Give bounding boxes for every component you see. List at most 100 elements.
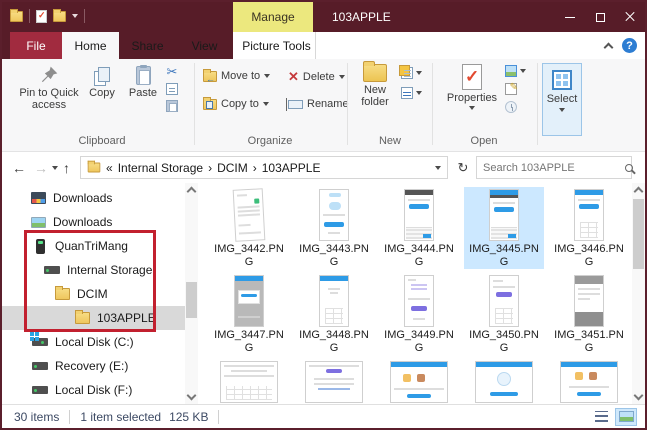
new-item-button[interactable] [401, 67, 422, 79]
sidebar-item-103apple[interactable]: 103APPLE [2, 306, 185, 330]
breadcrumb-overflow[interactable]: « [106, 161, 113, 175]
file-item[interactable]: IMG_3444.PNG [379, 187, 459, 269]
manage-contextual-tab[interactable]: Manage [233, 2, 313, 32]
breadcrumb-item[interactable]: Internal Storage [118, 161, 203, 175]
file-item[interactable]: IMG_3442.PNG [209, 187, 289, 269]
button-label: New folder [352, 84, 398, 108]
edit-button[interactable] [505, 83, 517, 95]
scroll-up-icon[interactable] [634, 187, 644, 197]
up-button[interactable]: ↑ [63, 152, 70, 183]
file-item[interactable] [209, 359, 289, 404]
file-thumbnail [305, 361, 363, 403]
sidebar-item-recovery-e[interactable]: Recovery (E:) [2, 354, 185, 378]
close-button[interactable] [615, 2, 645, 32]
properties-icon[interactable] [36, 10, 47, 23]
file-item[interactable] [549, 359, 629, 404]
tab-picture-tools[interactable]: Picture Tools [238, 32, 316, 59]
group-label-clipboard: Clipboard [57, 135, 147, 147]
breadcrumb-item[interactable]: DCIM [217, 161, 248, 175]
move-to-button[interactable]: ← Move to [203, 70, 270, 82]
minimize-icon [565, 17, 575, 18]
delete-button[interactable]: ✕ Delete [288, 70, 345, 83]
navigation-pane: Downloads Downloads QuanTriMang Internal… [2, 183, 185, 404]
tab-file[interactable]: File [10, 32, 62, 59]
sidebar-item-internal-storage[interactable]: Internal Storage [2, 258, 185, 282]
chevron-down-icon [520, 69, 526, 73]
copy-path-button[interactable] [166, 83, 178, 95]
details-view-button[interactable] [589, 408, 611, 426]
file-thumbnail [404, 189, 434, 241]
address-dropdown-icon[interactable] [435, 166, 441, 170]
search-box[interactable] [476, 156, 632, 179]
file-item[interactable]: IMG_3443.PNG [294, 187, 374, 269]
file-item[interactable]: IMG_3447.PNG [209, 273, 289, 355]
select-button[interactable]: Select [542, 63, 582, 136]
scroll-down-icon[interactable] [187, 391, 197, 401]
scrollbar-thumb[interactable] [186, 282, 197, 318]
cut-button[interactable]: ✂ [167, 65, 178, 78]
tab-share[interactable]: Share [119, 32, 176, 59]
sidebar-item-local-disk-c[interactable]: Local Disk (C:) [2, 330, 185, 354]
file-item[interactable] [379, 359, 459, 404]
copy-to-button[interactable]: Copy to [203, 98, 269, 110]
file-thumbnail [319, 275, 349, 327]
scroll-up-icon[interactable] [187, 187, 197, 197]
collapse-ribbon-icon[interactable] [604, 43, 614, 53]
pictures-folder-icon [30, 214, 46, 230]
file-thumbnail [560, 361, 618, 403]
file-item-selected[interactable]: IMG_3445.PNG [464, 187, 544, 269]
sidebar-item-local-disk-f[interactable]: Local Disk (F:) [2, 378, 185, 402]
sidebar-item-downloads-videos[interactable]: Downloads [2, 186, 185, 210]
chevron-down-icon[interactable] [72, 14, 78, 18]
sidebar-item-label: Internal Storage [67, 263, 152, 277]
file-thumbnail [234, 275, 264, 327]
refresh-button[interactable]: ↻ [453, 156, 473, 179]
maximize-button[interactable] [585, 2, 615, 32]
file-item[interactable]: IMG_3451.PNG [549, 273, 629, 355]
help-button[interactable]: ? [622, 38, 637, 53]
scroll-down-icon[interactable] [634, 391, 644, 401]
phone-icon [32, 238, 48, 254]
open-button[interactable] [505, 65, 526, 77]
easy-access-icon [401, 87, 413, 99]
copy-button[interactable]: Copy [84, 67, 120, 99]
easy-access-button[interactable] [401, 87, 422, 99]
sidebar-item-downloads-pictures[interactable]: Downloads [2, 210, 185, 234]
forward-button[interactable]: → [34, 152, 48, 183]
folder-icon[interactable] [10, 11, 23, 22]
file-list-scrollbar[interactable] [632, 183, 645, 404]
paste-button[interactable]: Paste [124, 66, 162, 99]
file-item[interactable] [294, 359, 374, 404]
tab-home[interactable]: Home [62, 32, 119, 59]
sidebar-item-quantrimang[interactable]: QuanTriMang [2, 234, 185, 258]
scrollbar-thumb[interactable] [633, 199, 644, 269]
new-folder-button[interactable]: New folder [352, 64, 398, 108]
file-item[interactable] [464, 359, 544, 404]
system-disk-icon [32, 334, 48, 350]
file-item[interactable]: IMG_3449.PNG [379, 273, 459, 355]
search-input[interactable] [483, 162, 625, 174]
large-icons-view-button[interactable] [615, 408, 637, 426]
status-divider [218, 410, 219, 424]
sidebar-item-dcim[interactable]: DCIM [2, 282, 185, 306]
file-item[interactable]: IMG_3448.PNG [294, 273, 374, 355]
tab-view[interactable]: View [176, 32, 233, 59]
rename-button[interactable]: Rename [288, 98, 349, 110]
breadcrumb-item[interactable]: 103APPLE [262, 161, 321, 175]
pin-to-quick-access-button[interactable]: Pin to Quick access [18, 65, 80, 111]
new-folder-icon[interactable] [53, 11, 66, 22]
breadcrumb-separator[interactable]: › [253, 161, 257, 175]
history-button[interactable] [505, 101, 517, 113]
sidebar-scrollbar[interactable] [185, 183, 198, 404]
button-label: Delete [303, 71, 335, 83]
breadcrumb[interactable]: « Internal Storage › DCIM › 103APPLE [80, 156, 448, 179]
status-bar: 30 items 1 item selected 125 KB [2, 404, 645, 428]
recent-locations-button[interactable] [52, 152, 58, 183]
properties-button[interactable]: Properties [446, 64, 498, 110]
file-item[interactable]: IMG_3446.PNG [549, 187, 629, 269]
breadcrumb-separator[interactable]: › [208, 161, 212, 175]
file-item[interactable]: IMG_3450.PNG [464, 273, 544, 355]
minimize-button[interactable] [555, 2, 585, 32]
paste-shortcut-button[interactable] [166, 100, 178, 112]
back-button[interactable]: ← [12, 152, 26, 183]
